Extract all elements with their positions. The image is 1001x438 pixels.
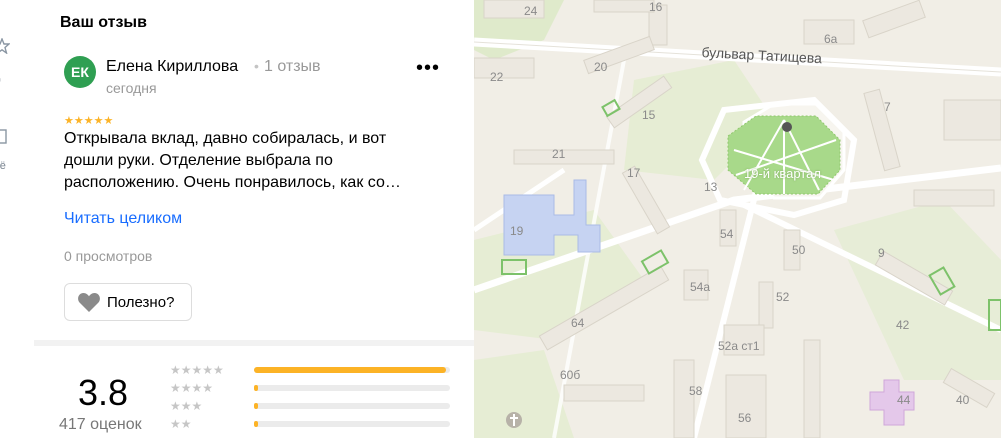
house-number: 19	[510, 224, 524, 238]
histogram-stars: ★★	[170, 417, 192, 431]
read-all-link[interactable]: Читать целиком	[64, 210, 182, 228]
house-number: 64	[571, 316, 585, 330]
useful-label: Полезно?	[107, 293, 175, 311]
rating-count: 417 оценок	[59, 416, 142, 433]
histogram-bar	[254, 385, 450, 391]
house-number: 58	[689, 384, 703, 398]
house-number: 50	[792, 243, 806, 257]
map-canvas	[474, 0, 1001, 438]
review-text-line: дошли руки. Отделение выбрала по	[64, 152, 333, 169]
house-number: 54а	[690, 280, 711, 294]
avatar[interactable]: ЕК	[64, 56, 96, 88]
section-divider	[34, 340, 474, 346]
histogram-fill	[254, 403, 258, 409]
house-number: 22	[490, 70, 504, 84]
rating-value: 3.8	[78, 372, 129, 413]
section-title: Ваш отзыв	[60, 14, 147, 31]
useful-button[interactable]: Полезно?	[64, 283, 192, 321]
author-review-count: 1 отзыв	[264, 58, 321, 75]
house-number: 40	[956, 393, 970, 407]
nav-item-label-2: ьё	[0, 160, 6, 172]
house-number: 56	[738, 411, 752, 425]
histogram-stars: ★★★	[170, 399, 203, 413]
house-number: 21	[552, 147, 566, 161]
histogram-stars: ★★★★	[170, 381, 214, 395]
histogram-fill	[254, 385, 258, 391]
park-label: 19-й квартал	[744, 166, 821, 181]
house-number: 54	[720, 227, 734, 241]
house-number: 20	[594, 60, 608, 74]
histogram-fill	[254, 421, 258, 427]
review-date: сегодня	[106, 80, 157, 96]
histogram-bar	[254, 367, 450, 373]
more-options-button[interactable]: •••	[414, 58, 442, 86]
star-outline-icon[interactable]	[0, 37, 11, 55]
review-text: Открывала вклад, давно собиралась, и вот…	[64, 128, 444, 194]
histogram-bar	[254, 421, 450, 427]
house-number: 6а	[824, 32, 838, 46]
review-panel: Ваш отзыв ЕК Елена Кириллова • 1 отзыв с…	[34, 0, 474, 438]
house-number: 52а ст1	[718, 339, 760, 353]
house-number: 7	[884, 100, 891, 114]
house-number: 9	[878, 246, 885, 260]
views-count: 0 просмотров	[64, 248, 153, 264]
author-name[interactable]: Елена Кириллова	[106, 58, 238, 76]
house-number: 24	[524, 4, 538, 18]
house-number: 17	[627, 166, 641, 180]
histogram-stars: ★★★★★	[170, 363, 224, 377]
heart-icon	[77, 291, 101, 313]
house-number: 42	[896, 318, 910, 332]
histogram-bar	[254, 403, 450, 409]
rating-histogram-row: ★★★	[170, 399, 452, 413]
map-view[interactable]: бульвар Татищева 19-й квартал 24 16 6а 2…	[474, 0, 1001, 438]
house-number: 15	[642, 108, 656, 122]
house-number: 13	[704, 180, 718, 194]
house-number: 44	[897, 393, 911, 407]
rating-histogram-row: ★★★★	[170, 381, 452, 395]
left-nav-strip: д ьё	[0, 0, 35, 438]
rating-histogram-row: ★★	[170, 417, 452, 431]
review-text-line: расположению. Очень понравилось, как со…	[64, 174, 401, 191]
review-stars: ★★★★★	[64, 115, 114, 127]
building-icon[interactable]	[0, 128, 10, 144]
separator-dot: •	[254, 58, 259, 74]
house-number: 52	[776, 290, 790, 304]
rating-histogram-row: ★★★★★	[170, 363, 452, 377]
house-number: 16	[649, 0, 663, 14]
histogram-fill	[254, 367, 447, 373]
review-text-line: Открывала вклад, давно собиралась, и вот	[64, 130, 387, 147]
house-number: 60б	[560, 368, 581, 382]
